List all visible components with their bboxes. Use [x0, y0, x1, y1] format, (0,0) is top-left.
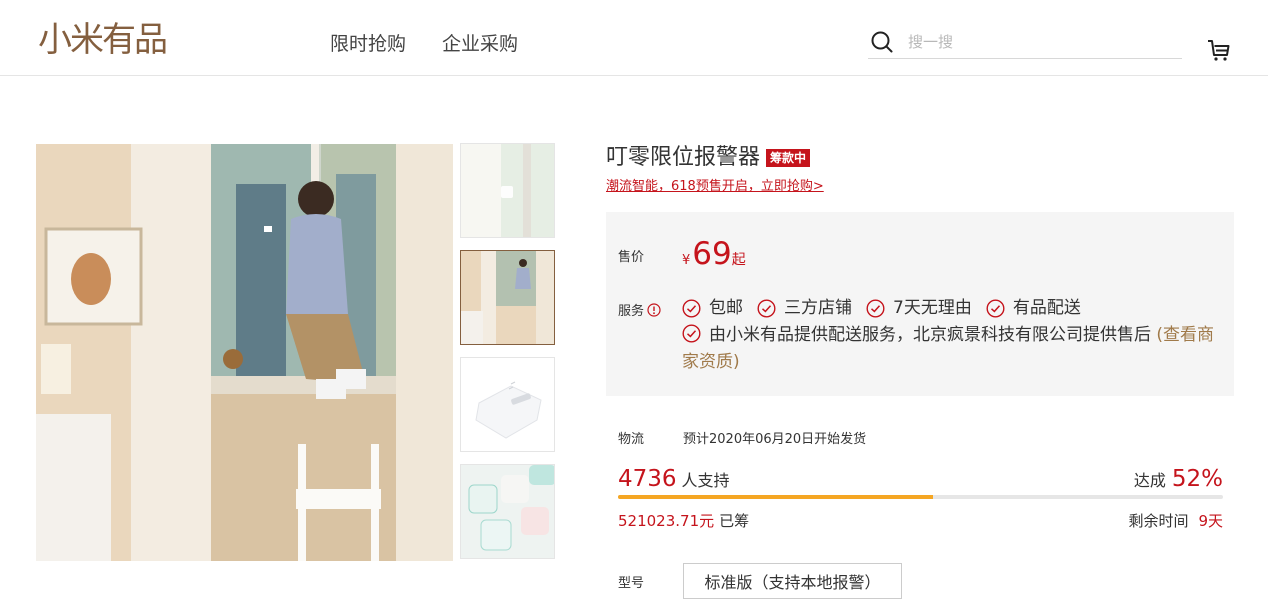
raised-amount: 521023.71元: [618, 512, 715, 530]
model-label: 型号: [618, 575, 645, 591]
service-label: 服务: [618, 304, 645, 319]
supporters-text: 人支持: [681, 471, 730, 490]
thumbnail-list: [460, 143, 556, 571]
supporters: 4736 人支持: [618, 466, 730, 492]
stats-bottom: 521023.71元 已筹 剩余时间 9天: [618, 510, 1223, 531]
product-title: 叮零限位报警器: [606, 145, 761, 170]
logistics-text: 预计2020年06月20日开始发货: [683, 432, 867, 447]
remaining-text: 剩余时间: [1128, 512, 1189, 530]
price-service-panel: 售价 ¥ 69 起 服务 包邮 三方店铺 7天无理由 有品配送 由小米有品提供配…: [606, 212, 1234, 396]
product-info: 叮零限位报警器 筹款中 潮流智能，618预售开启，立即抢购> 售价 ¥ 69 起…: [606, 144, 1234, 396]
nav-enterprise-purchase[interactable]: 企业采购: [442, 30, 518, 58]
service-note: 由小米有品提供配送服务，北京疯景科技有限公司提供售后: [709, 325, 1151, 345]
service-line-2: 由小米有品提供配送服务，北京疯景科技有限公司提供售后 (查看商家资质): [682, 322, 1222, 376]
promo-link[interactable]: 潮流智能，618预售开启，立即抢购>: [606, 178, 1234, 195]
raised-text: 已筹: [719, 512, 750, 530]
main-product-image: [36, 144, 453, 561]
service-text: 包邮: [709, 298, 743, 318]
search-input[interactable]: [908, 33, 1148, 51]
search-bar: [868, 26, 1182, 59]
service-item: 三方店铺: [757, 294, 852, 322]
service-item: 有品配送: [986, 294, 1081, 322]
status-badge: 筹款中: [766, 149, 811, 167]
service-label-group: 服务: [618, 300, 661, 319]
service-list: 包邮 三方店铺 7天无理由 有品配送 由小米有品提供配送服务，北京疯景科技有限公…: [682, 294, 1222, 376]
check-circle-icon: [682, 324, 701, 343]
remaining: 剩余时间 9天: [1128, 510, 1223, 531]
info-icon[interactable]: [647, 302, 661, 317]
currency-symbol: ¥: [682, 253, 691, 268]
achieved-text: 达成: [1133, 471, 1166, 490]
main-nav: 限时抢购 企业采购: [330, 30, 518, 58]
funding-progress-bar: [618, 495, 1223, 499]
service-item: 7天无理由: [866, 294, 972, 322]
service-text: 三方店铺: [784, 298, 852, 318]
price: ¥ 69 起: [682, 236, 746, 272]
thumbnail-3[interactable]: [460, 357, 555, 452]
site-logo[interactable]: 小米有品: [38, 18, 168, 62]
model-row: 型号 标准版（支持本地报警）: [618, 563, 902, 599]
check-circle-icon: [757, 298, 776, 318]
achieved-percent: 52%: [1171, 466, 1223, 492]
supporters-count: 4736: [618, 466, 677, 492]
thumbnail-2[interactable]: [460, 250, 555, 345]
funding-progress-fill: [618, 495, 933, 499]
remaining-days: 9天: [1198, 512, 1223, 530]
model-option-standard[interactable]: 标准版（支持本地报警）: [683, 563, 902, 599]
nav-flash-sale[interactable]: 限时抢购: [330, 30, 406, 58]
thumbnail-1[interactable]: [460, 143, 555, 238]
cart-icon[interactable]: [1206, 38, 1232, 64]
search-icon[interactable]: [868, 28, 896, 56]
logistics-row: 物流 预计2020年06月20日开始发货: [618, 428, 866, 447]
service-line-1: 包邮 三方店铺 7天无理由 有品配送: [682, 294, 1222, 322]
price-value: 69: [692, 236, 732, 272]
service-text: 7天无理由: [893, 298, 972, 318]
service-text: 有品配送: [1012, 298, 1081, 318]
check-circle-icon: [986, 298, 1005, 318]
crowdfunding-stats: 4736 人支持 达成 52% 521023.71元 已筹 剩余时间 9天: [618, 466, 1223, 531]
service-item: 包邮: [682, 294, 743, 322]
title-row: 叮零限位报警器 筹款中: [606, 144, 1234, 172]
price-suffix: 起: [731, 252, 746, 268]
stats-top: 4736 人支持 达成 52%: [618, 466, 1223, 492]
check-circle-icon: [866, 298, 885, 318]
price-label: 售价: [618, 250, 645, 265]
top-header: 小米有品 限时抢购 企业采购: [0, 0, 1268, 76]
raised: 521023.71元 已筹: [618, 510, 749, 531]
logistics-label: 物流: [618, 432, 645, 447]
thumbnail-4[interactable]: [460, 464, 555, 559]
check-circle-icon: [682, 298, 701, 318]
achieved: 达成 52%: [1134, 466, 1223, 492]
